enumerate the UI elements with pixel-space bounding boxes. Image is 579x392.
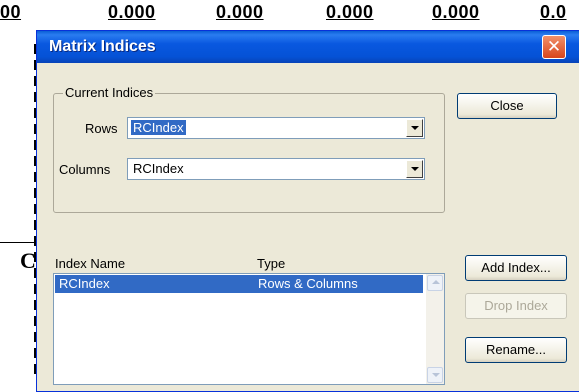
vertical-scrollbar[interactable] xyxy=(426,274,444,384)
background-spreadsheet-header: 00 0.000 0.000 0.000 0.000 0.0 xyxy=(0,0,579,30)
close-icon: ✕ xyxy=(546,37,562,57)
drop-index-button[interactable]: Drop Index xyxy=(465,293,567,319)
column-header-index-name[interactable]: Index Name xyxy=(55,256,125,271)
dialog-title: Matrix Indices xyxy=(49,38,156,55)
columns-select-value: RCIndex xyxy=(133,161,184,176)
close-button[interactable]: Close xyxy=(457,93,557,119)
rows-select-value: RCIndex xyxy=(130,119,187,136)
bg-cell-edge-left: 00 xyxy=(0,2,22,22)
bg-cell: 0.000 xyxy=(108,2,156,22)
list-item[interactable]: RCIndex Rows & Columns xyxy=(55,275,423,293)
current-indices-label: Current Indices xyxy=(63,85,156,100)
columns-dropdown-button[interactable] xyxy=(406,160,423,178)
list-item-type: Rows & Columns xyxy=(258,276,358,291)
add-index-button[interactable]: Add Index... xyxy=(465,255,567,281)
columns-label: Columns xyxy=(59,162,111,177)
rows-select[interactable]: RCIndex xyxy=(127,117,425,139)
current-indices-group xyxy=(53,93,445,213)
rows-label: Rows xyxy=(85,121,118,136)
column-header-type[interactable]: Type xyxy=(257,256,285,271)
scroll-down-button[interactable] xyxy=(427,367,443,383)
rows-dropdown-button[interactable] xyxy=(406,119,423,137)
index-list[interactable]: RCIndex Rows & Columns xyxy=(53,273,445,385)
rename-button[interactable]: Rename... xyxy=(465,337,567,363)
columns-select[interactable]: RCIndex xyxy=(127,158,425,180)
list-item-name: RCIndex xyxy=(59,276,110,291)
background-rule xyxy=(0,242,38,243)
matrix-indices-dialog: Matrix Indices ✕ Current Indices Rows RC… xyxy=(36,30,579,392)
title-bar[interactable]: Matrix Indices ✕ xyxy=(37,31,579,63)
bg-cell: 0.000 xyxy=(326,2,374,22)
bg-cell: 0.000 xyxy=(432,2,480,22)
scroll-up-button[interactable] xyxy=(427,275,443,291)
bg-cell: 0.000 xyxy=(216,2,264,22)
bg-cell-edge-right: 0.0 xyxy=(540,2,567,22)
close-window-button[interactable]: ✕ xyxy=(542,35,566,59)
